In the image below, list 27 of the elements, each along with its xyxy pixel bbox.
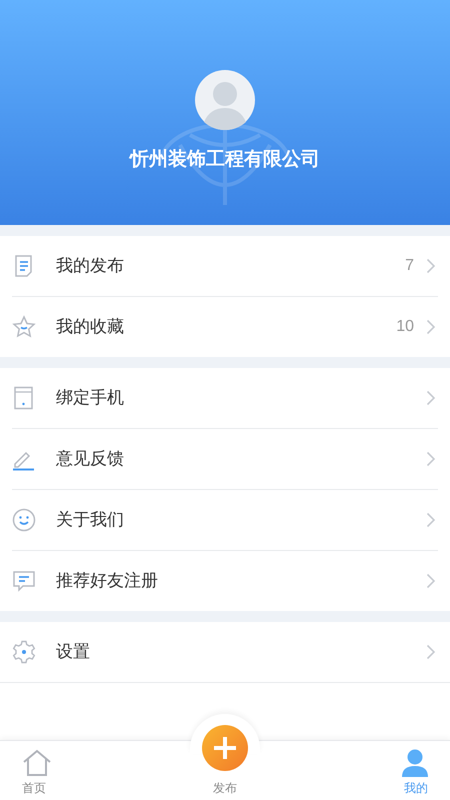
person-icon — [402, 749, 428, 777]
chevron-icon — [426, 258, 436, 274]
chevron-icon — [426, 512, 436, 528]
menu-label: 关于我们 — [56, 509, 125, 532]
home-icon — [22, 749, 52, 777]
menu-label: 我的收藏 — [56, 316, 125, 338]
chevron-icon — [426, 319, 436, 335]
tab[interactable]: 首页 — [0, 714, 158, 800]
count: 10 — [396, 317, 414, 337]
menu-label: 我的发布 — [56, 255, 125, 278]
chevron-icon — [426, 573, 436, 589]
tablet-icon — [12, 386, 36, 410]
menu-label: 意见反馈 — [56, 448, 125, 470]
tab[interactable]: 发布 — [157, 714, 293, 800]
count: 7 — [405, 256, 414, 276]
company-name: 忻州装饰工程有限公司 — [130, 148, 320, 172]
star-icon — [12, 315, 36, 339]
menu-label: 绑定手机 — [56, 387, 125, 410]
chat-icon — [12, 569, 36, 593]
menu-label: 推荐好友注册 — [56, 570, 159, 592]
menu-label: 设置 — [56, 641, 91, 664]
chevron-icon — [426, 644, 436, 660]
settings-icon — [12, 640, 36, 664]
avatar — [195, 70, 255, 130]
smiley-icon — [12, 508, 36, 532]
chevron-icon — [426, 390, 436, 406]
chevron-icon — [426, 451, 436, 467]
